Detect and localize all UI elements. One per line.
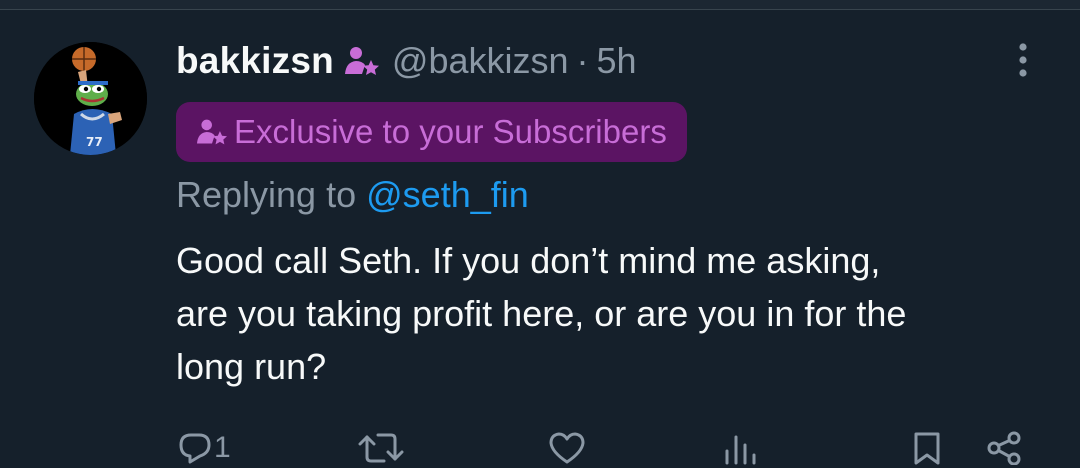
reply-mention-link[interactable]: @seth_fin: [366, 174, 529, 215]
retweet-icon: [358, 433, 404, 463]
svg-text:77: 77: [86, 135, 103, 149]
more-options-button[interactable]: [1006, 40, 1040, 80]
display-name[interactable]: bakkizsn: [176, 40, 334, 82]
separator-dot: ·: [576, 40, 589, 81]
share-icon: [987, 431, 1021, 465]
replying-to-line: Replying to @seth_fin: [176, 174, 529, 216]
tweet-text-line: long run?: [176, 346, 327, 387]
tweet-text-line: Good call Seth. If you don’t mind me ask…: [176, 240, 881, 281]
top-divider: [0, 0, 1080, 10]
views-button[interactable]: [722, 428, 764, 468]
reply-icon: [179, 433, 211, 464]
replying-prefix: Replying to: [176, 174, 357, 215]
like-button[interactable]: [548, 428, 588, 468]
user-handle[interactable]: @bakkizsn: [392, 40, 569, 82]
heart-icon: [549, 432, 585, 464]
reply-button[interactable]: 1: [178, 428, 231, 468]
reply-count: 1: [214, 431, 231, 464]
tweet-text: Good call Seth. If you don’t mind me ask…: [176, 234, 1066, 393]
subscriber-badge-icon: [196, 117, 228, 147]
tweet-timestamp[interactable]: 5h: [597, 40, 637, 82]
tweet-header: bakkizsn @bakkizsn · 5h: [176, 36, 637, 86]
subscriber-badge-icon: [344, 44, 380, 78]
avatar-image: 77: [34, 42, 147, 155]
more-dots-icon: [1019, 43, 1027, 77]
share-button[interactable]: [986, 428, 1024, 468]
exclusive-subscribers-badge: Exclusive to your Subscribers: [176, 102, 687, 162]
retweet-button[interactable]: [358, 428, 406, 468]
exclusive-badge-label: Exclusive to your Subscribers: [234, 113, 667, 150]
bookmark-icon: [914, 432, 940, 465]
tweet-text-line: are you taking profit here, or are you i…: [176, 293, 907, 334]
bookmark-button[interactable]: [912, 428, 942, 468]
views-icon: [725, 435, 756, 465]
avatar[interactable]: 77: [34, 42, 147, 155]
